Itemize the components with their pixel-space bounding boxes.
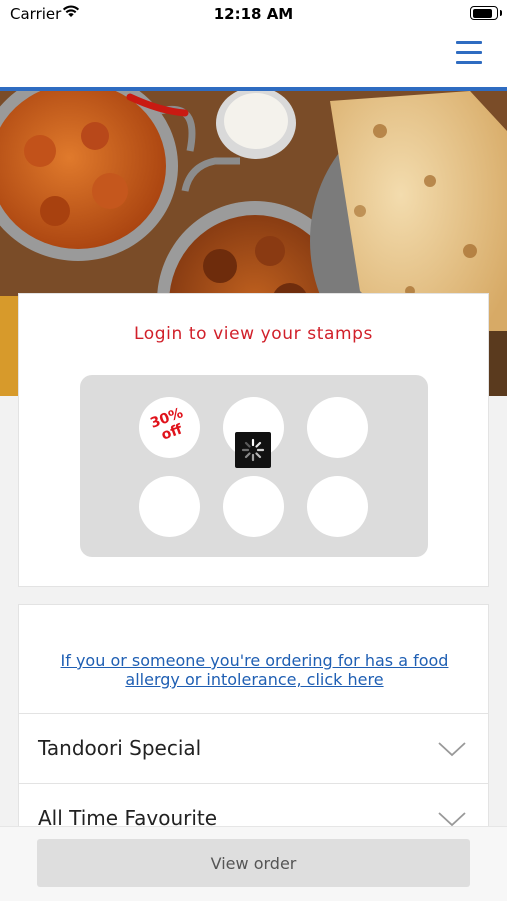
category-label: Tandoori Special — [38, 736, 202, 760]
stamp-login-prompt[interactable]: Login to view your stamps — [19, 324, 488, 344]
stamp-reward: 30% off — [139, 397, 200, 458]
hamburger-menu-icon[interactable] — [456, 41, 482, 65]
bottom-bar: View order — [0, 826, 507, 901]
stamp-slot — [307, 476, 368, 537]
view-order-button[interactable]: View order — [37, 839, 470, 887]
category-tandoori-special[interactable]: Tandoori Special — [19, 713, 488, 784]
stamp-card: Login to view your stamps 30% off — [18, 293, 489, 587]
stamp-grid: 30% off — [80, 375, 428, 557]
menu-section: If you or someone you're ordering for ha… — [18, 604, 489, 844]
reward-label: 30% off — [136, 401, 204, 450]
battery-icon — [470, 6, 502, 20]
stamp-slot — [139, 476, 200, 537]
chevron-down-icon — [438, 741, 466, 761]
allergy-info-link[interactable]: If you or someone you're ordering for ha… — [39, 651, 470, 689]
stamp-slot — [223, 476, 284, 537]
status-bar: Carrier 12:18 AM — [0, 0, 507, 30]
stamp-slot — [307, 397, 368, 458]
app-header — [0, 30, 507, 91]
spinner-icon — [235, 432, 271, 468]
status-time: 12:18 AM — [213, 5, 294, 23]
